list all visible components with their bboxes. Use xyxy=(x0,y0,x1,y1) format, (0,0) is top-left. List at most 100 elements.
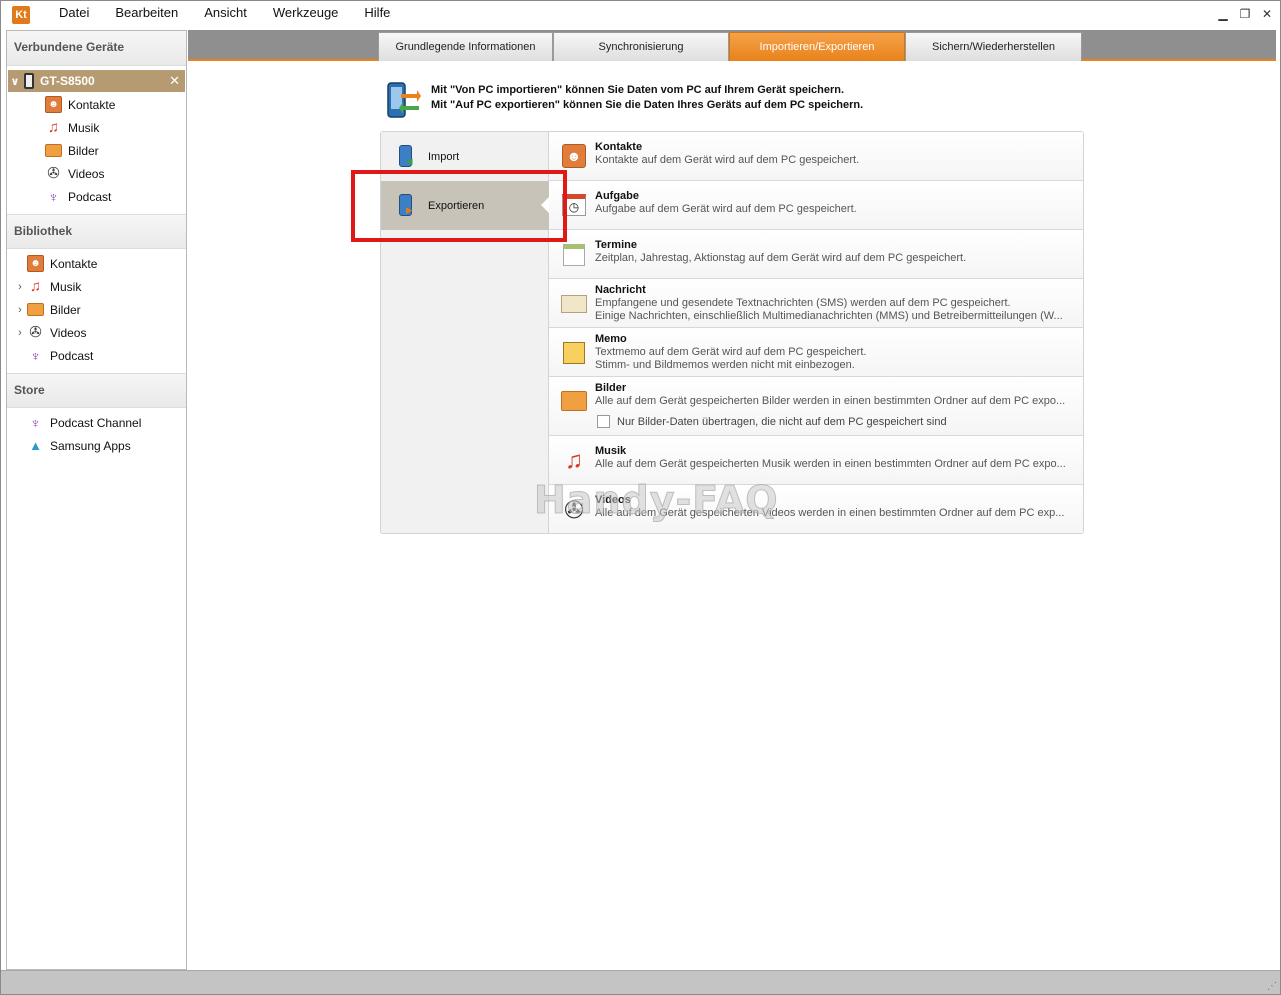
export-row-musik[interactable]: ♫ Musik Alle auf dem Gerät gespeicherten… xyxy=(549,436,1083,485)
row-title: Musik xyxy=(595,445,627,457)
row-desc: Aufgabe auf dem Gerät wird auf dem PC ge… xyxy=(595,203,857,215)
import-export-icon xyxy=(385,82,421,120)
export-row-memo[interactable]: Memo Textmemo auf dem Gerät wird auf dem… xyxy=(549,328,1083,377)
store-item-podcast-channel[interactable]: ♆ Podcast Channel xyxy=(27,411,186,434)
export-row-videos[interactable]: ✇ Videos Alle auf dem Gerät gespeicherte… xyxy=(549,485,1083,533)
chevron-right-icon[interactable]: › xyxy=(13,327,27,339)
minimize-icon[interactable]: ▁ xyxy=(1216,7,1230,21)
menu-bearbeiten[interactable]: Bearbeiten xyxy=(102,1,191,25)
export-row-aufgabe[interactable]: ◷ Aufgabe Aufgabe auf dem Gerät wird auf… xyxy=(549,181,1083,230)
contact-icon: ☻ xyxy=(27,255,44,272)
device-name: GT-S8500 xyxy=(40,74,95,88)
device-item-kontakte[interactable]: ☻ Kontakte xyxy=(45,93,186,116)
tab-synchronisierung[interactable]: Synchronisierung xyxy=(553,32,729,61)
tab-grundlegende-informationen[interactable]: Grundlegende Informationen xyxy=(378,32,553,61)
store-item-label: Samsung Apps xyxy=(50,438,131,453)
info-text: Mit "Von PC importieren" können Sie Date… xyxy=(431,83,863,113)
memo-icon xyxy=(561,340,587,366)
video-reel-icon: ✇ xyxy=(563,496,585,524)
device-item-podcast[interactable]: ♆ Podcast xyxy=(45,185,186,208)
row-desc: Alle auf dem Gerät gespeicherten Bilder … xyxy=(595,395,1066,407)
row-desc: Zeitplan, Jahrestag, Aktionstag auf dem … xyxy=(595,252,967,264)
menu-bar: Kt Datei Bearbeiten Ansicht Werkzeuge Hi… xyxy=(1,1,1280,29)
calendar-icon xyxy=(561,242,587,268)
library-item-label: Musik xyxy=(50,279,82,294)
podcast-icon: ♆ xyxy=(30,414,41,431)
row-title: Memo xyxy=(595,333,627,345)
app-window: Kt Datei Bearbeiten Ansicht Werkzeuge Hi… xyxy=(0,0,1281,995)
menu-datei[interactable]: Datei xyxy=(46,1,102,25)
store-heading: Store xyxy=(7,373,186,408)
row-desc: Einige Nachrichten, einschließlich Multi… xyxy=(595,310,1063,322)
menu-werkzeuge[interactable]: Werkzeuge xyxy=(260,1,352,25)
library-item-bilder[interactable]: › Bilder xyxy=(13,298,186,321)
device-item-label: Videos xyxy=(68,166,105,181)
restore-icon[interactable]: ❐ xyxy=(1238,7,1252,21)
close-icon[interactable]: ✕ xyxy=(1260,7,1274,21)
main-content: Mit "Von PC importieren" können Sie Date… xyxy=(188,63,1276,969)
contact-icon: ☻ xyxy=(45,96,62,113)
import-label: Import xyxy=(428,150,460,163)
tab-importieren-exportieren[interactable]: Importieren/Exportieren xyxy=(729,32,905,61)
app-logo-icon: Kt xyxy=(12,6,30,24)
podcast-icon: ♆ xyxy=(48,188,59,205)
export-row-kontakte[interactable]: ☻ Kontakte Kontakte auf dem Gerät wird a… xyxy=(549,132,1083,181)
device-gt-s8500[interactable]: ∨ GT-S8500 ✕ xyxy=(8,70,185,92)
library-item-musik[interactable]: › ♫ Musik xyxy=(13,275,186,298)
library-item-label: Bilder xyxy=(50,302,81,317)
row-title: Bilder xyxy=(595,382,627,394)
video-reel-icon: ✇ xyxy=(47,165,60,182)
video-reel-icon: ✇ xyxy=(29,324,42,341)
menu-ansicht[interactable]: Ansicht xyxy=(191,1,260,25)
store-item-samsung-apps[interactable]: ▲ Samsung Apps xyxy=(27,434,186,457)
device-item-musik[interactable]: ♫ Musik xyxy=(45,116,186,139)
row-title: Termine xyxy=(595,239,637,251)
mail-icon xyxy=(561,291,587,317)
library-item-label: Videos xyxy=(50,325,87,340)
library-item-label: Podcast xyxy=(50,348,94,363)
tab-sichern-wiederherstellen[interactable]: Sichern/Wiederherstellen xyxy=(905,32,1082,61)
status-bar: ⋰ xyxy=(1,970,1280,994)
info-line-export: Mit "Auf PC exportieren" können Sie die … xyxy=(431,99,864,111)
device-item-label: Podcast xyxy=(68,189,112,204)
export-button[interactable]: ▸ Exportieren xyxy=(381,181,549,230)
library-item-podcast[interactable]: ♆ Podcast xyxy=(13,344,186,367)
chevron-down-icon[interactable]: ∨ xyxy=(8,75,22,88)
close-icon[interactable]: ✕ xyxy=(169,73,180,89)
resize-grip-icon[interactable]: ⋰ xyxy=(1267,981,1277,992)
device-item-label: Kontakte xyxy=(68,97,116,112)
phone-export-icon: ▸ xyxy=(397,193,419,218)
export-row-bilder[interactable]: Bilder Alle auf dem Gerät gespeicherten … xyxy=(549,377,1083,436)
row-desc: Alle auf dem Gerät gespeicherten Musik w… xyxy=(595,458,1066,470)
chevron-right-icon[interactable]: › xyxy=(13,304,27,316)
window-controls: ▁ ❐ ✕ xyxy=(1216,7,1274,21)
library-item-videos[interactable]: › ✇ Videos xyxy=(13,321,186,344)
row-title: Kontakte xyxy=(595,141,643,153)
store-tree: ♆ Podcast Channel ▲ Samsung Apps xyxy=(7,408,186,457)
row-desc: Empfangene und gesendete Textnachrichten… xyxy=(595,297,1011,309)
connected-devices-heading: Verbundene Geräte xyxy=(7,31,186,66)
only-new-pictures-checkbox[interactable] xyxy=(597,415,610,428)
podcast-icon: ♆ xyxy=(30,347,41,364)
library-heading: Bibliothek xyxy=(7,214,186,249)
music-icon: ♫ xyxy=(565,447,583,474)
row-desc: Kontakte auf dem Gerät wird auf dem PC g… xyxy=(595,154,860,166)
tab-bar: Grundlegende Informationen Synchronisier… xyxy=(188,30,1276,61)
chevron-right-icon[interactable]: › xyxy=(13,281,27,293)
import-button[interactable]: ◂ Import xyxy=(381,132,549,181)
library-item-kontakte[interactable]: ☻ Kontakte xyxy=(13,252,186,275)
pictures-icon xyxy=(27,303,44,316)
mode-list: ◂ Import ▸ Exportieren xyxy=(381,132,550,533)
library-tree: ☻ Kontakte › ♫ Musik › Bilder › ✇ Videos… xyxy=(7,249,186,367)
music-icon: ♫ xyxy=(47,119,60,136)
export-row-termine[interactable]: Termine Zeitplan, Jahrestag, Aktionstag … xyxy=(549,230,1083,279)
device-item-bilder[interactable]: Bilder xyxy=(45,139,186,162)
export-row-nachricht[interactable]: Nachricht Empfangene und gesendete Textn… xyxy=(549,279,1083,328)
row-title: Nachricht xyxy=(595,284,646,296)
phone-icon xyxy=(24,73,34,89)
menu-hilfe[interactable]: Hilfe xyxy=(351,1,403,25)
phone-import-icon: ◂ xyxy=(397,144,419,169)
pictures-icon xyxy=(561,388,587,414)
device-item-videos[interactable]: ✇ Videos xyxy=(45,162,186,185)
library-item-label: Kontakte xyxy=(50,256,98,271)
